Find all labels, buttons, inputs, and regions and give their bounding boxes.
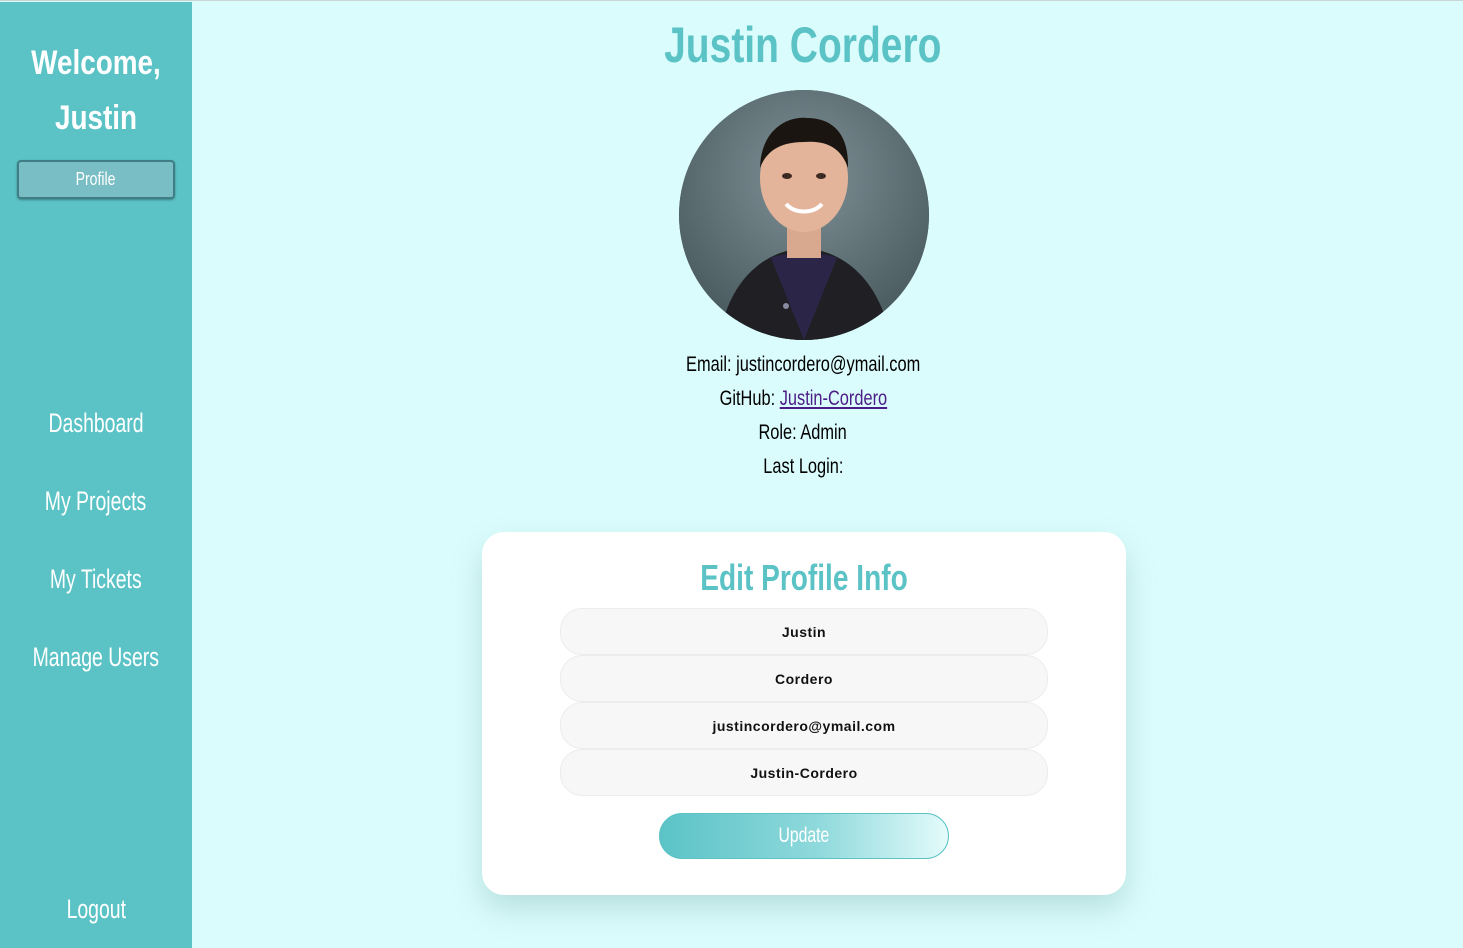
first-name-field[interactable] xyxy=(560,608,1048,655)
profile-button[interactable]: Profile xyxy=(17,160,175,199)
sidebar-item-label: Dashboard xyxy=(48,408,144,438)
last-name-field[interactable] xyxy=(560,655,1048,702)
logout-link[interactable]: Logout xyxy=(0,892,192,926)
welcome-heading: Welcome, Justin xyxy=(17,36,174,146)
update-button-label: Update xyxy=(778,824,830,847)
update-button[interactable]: Update xyxy=(659,813,949,859)
welcome-line: Welcome, xyxy=(31,44,161,82)
sidebar-item-label: Manage Users xyxy=(32,642,160,672)
edit-profile-title: Edit Profile Info xyxy=(482,556,1126,600)
sidebar: Welcome, Justin Profile Dashboard My Pro… xyxy=(0,2,192,948)
github-line: GitHub: Justin-Cordero xyxy=(192,384,1414,414)
role-value: Admin xyxy=(800,421,848,444)
sidebar-item-dashboard[interactable]: Dashboard xyxy=(0,406,192,440)
avatar-photo xyxy=(679,90,929,340)
email-field[interactable] xyxy=(560,702,1048,749)
sidebar-item-label: My Projects xyxy=(45,486,147,516)
welcome-user-name: Justin xyxy=(54,99,138,137)
app-window: Welcome, Justin Profile Dashboard My Pro… xyxy=(0,0,1463,948)
github-link[interactable]: Justin-Cordero xyxy=(779,387,886,410)
edit-profile-card: Edit Profile Info Update xyxy=(482,532,1126,895)
email-value: justincordero@ymail.com xyxy=(735,353,921,376)
main-content: Justin Cordero Email: justincordero@ymai… xyxy=(192,2,1463,948)
sidebar-item-manage-users[interactable]: Manage Users xyxy=(0,640,192,674)
last-login-line: Last Login: xyxy=(192,452,1414,482)
github-label: GitHub: xyxy=(719,387,775,410)
page-title-text: Justin Cordero xyxy=(664,17,942,73)
edit-profile-title-text: Edit Profile Info xyxy=(700,557,908,598)
github-field[interactable] xyxy=(560,749,1048,796)
last-login-label: Last Login: xyxy=(762,455,844,478)
email-line: Email: justincordero@ymail.com xyxy=(192,350,1414,380)
sidebar-item-my-tickets[interactable]: My Tickets xyxy=(0,562,192,596)
sidebar-item-label: My Tickets xyxy=(50,564,142,594)
page-title: Justin Cordero xyxy=(192,16,1414,74)
role-label: Role: xyxy=(758,421,798,444)
email-label: Email: xyxy=(685,353,732,376)
profile-button-label: Profile xyxy=(76,169,116,189)
sidebar-item-my-projects[interactable]: My Projects xyxy=(0,484,192,518)
role-line: Role: Admin xyxy=(192,418,1414,448)
avatar xyxy=(679,90,929,340)
logout-label: Logout xyxy=(66,894,126,924)
